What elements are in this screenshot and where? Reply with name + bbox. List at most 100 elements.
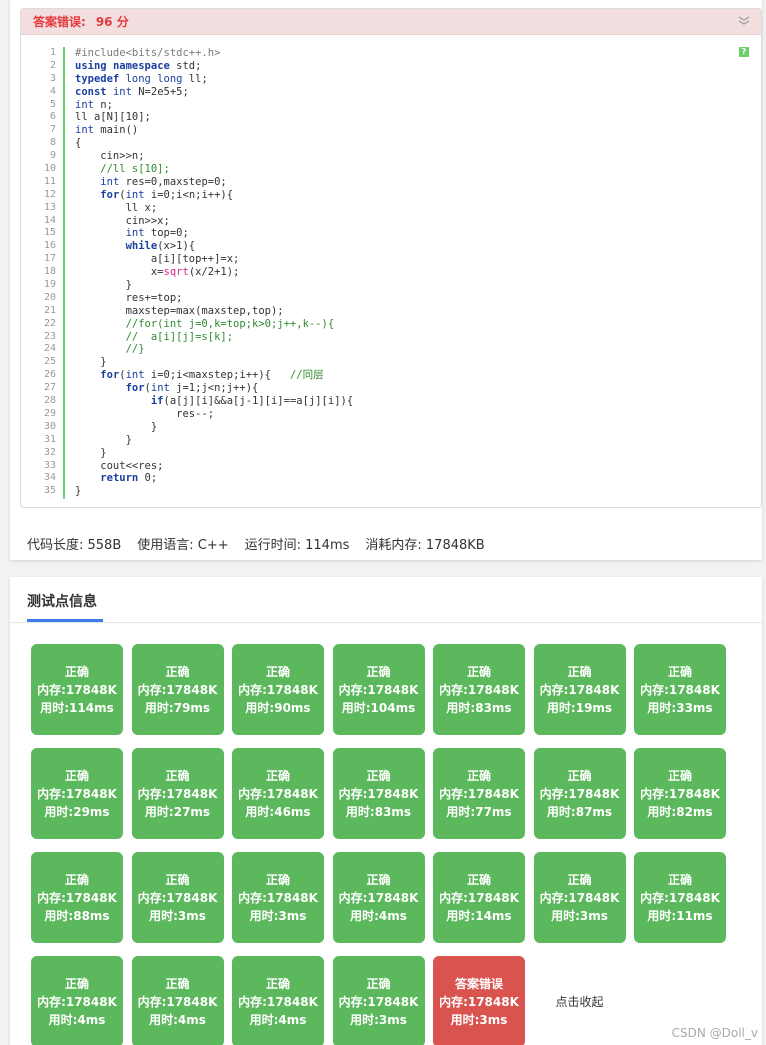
line-number: 24 xyxy=(43,343,56,355)
test-case-memory: 内存:17848K xyxy=(640,682,720,697)
code-line: typedef long long ll; xyxy=(75,73,353,86)
tab-test-info[interactable]: 测试点信息 xyxy=(27,591,97,611)
test-case-pass[interactable]: 正确 内存:17848K 用时:27ms xyxy=(131,748,224,839)
test-case-status: 正确 xyxy=(265,664,290,679)
test-case-status: 正确 xyxy=(667,872,692,887)
memory-usage: 消耗内存: 17848KB xyxy=(365,538,485,553)
test-case-memory: 内存:17848K xyxy=(137,786,218,801)
code-token: res+=top; xyxy=(75,291,183,304)
test-case-status: 正确 xyxy=(466,872,491,887)
test-case-pass[interactable]: 正确 内存:17848K 用时:4ms xyxy=(131,956,224,1045)
test-case-grid: 正确 内存:17848K 用时:114ms 正确 内存:17848K 用时:79ms 正确内… xyxy=(31,644,736,1045)
test-case-status: 正确 xyxy=(64,664,89,679)
test-case-pass[interactable]: 正确 内存:17848K 用时:77ms xyxy=(433,748,525,839)
test-case-pass[interactable]: 正确内存:17848K 用时:83ms xyxy=(433,644,525,735)
test-case-time: 用时:88ms xyxy=(44,908,110,923)
test-case-time: 用时:3ms xyxy=(249,908,307,923)
code-token: res--; xyxy=(75,407,215,420)
test-case-memory: 内存:17848K xyxy=(539,682,620,697)
line-number: 22 xyxy=(43,317,56,329)
help-icon[interactable]: ? xyxy=(739,47,749,57)
test-case-memory: 内存:17848K xyxy=(439,682,519,697)
collapse-link[interactable]: 点击收起 xyxy=(534,956,626,1045)
code-token: } xyxy=(75,356,107,369)
test-case-pass[interactable]: 正确 内存:17848K 用时:3ms xyxy=(332,956,425,1045)
code-line: using namespace std; xyxy=(75,60,353,73)
test-case-pass[interactable]: 正确 内存:17848K 用时:3ms xyxy=(533,852,626,943)
test-case-pass[interactable]: 正确 内存:17848K 用时:90ms xyxy=(232,644,324,735)
test-case-pass[interactable]: 正确 内存:17848K 用时:87ms xyxy=(533,748,626,839)
test-case-time: 用时:90ms xyxy=(245,700,311,715)
code-editor[interactable]: 1 2 3 4 5 6 7 8 9 10 11 12 13 14 15 16 17 18 19 20 21 22 23 24 2… xyxy=(29,43,751,499)
test-case-pass[interactable]: 正确 内存:17848K 用时:88ms xyxy=(31,852,123,943)
test-case-time: 用时:11ms xyxy=(647,908,713,923)
test-case-memory: 内存:17848K xyxy=(439,890,519,905)
test-case-pass[interactable]: 正确 内存:17848K 用时:29ms xyxy=(31,748,123,839)
chevron-double-down-icon[interactable] xyxy=(737,14,751,28)
tab-bar: 测试点信息 xyxy=(10,577,762,623)
code-token: using xyxy=(75,59,107,72)
submission-meta: 代码长度: 558B 使用语言: C++ 运行时间: 114ms 消耗内存: 1… xyxy=(27,534,485,553)
test-case-pass[interactable]: 正确 内存:17848K 用时:3ms xyxy=(232,852,324,943)
test-case-pass[interactable]: 正确 内存:17848K 用时:4ms xyxy=(332,852,425,943)
line-number: 12 xyxy=(43,188,56,200)
test-case-pass[interactable]: 正确 内存:17848K 用时:33ms xyxy=(634,644,726,735)
code-token: int xyxy=(150,382,170,395)
test-case-pass[interactable]: 正确 内存:17848K 用时:82ms xyxy=(634,748,726,839)
code-line: //for(int j=0,k=top;k>0;j++,k--){ xyxy=(75,318,353,331)
test-case-pass[interactable]: 正确 内存:17848K 用时:4ms xyxy=(232,956,324,1045)
code-line: { xyxy=(75,137,353,150)
code-line: maxstep=max(maxstep,top); xyxy=(75,305,353,318)
code-token: a[i][top++]=x; xyxy=(75,253,240,266)
test-case-pass[interactable]: 正确 内存:17848K 用时:14ms xyxy=(433,852,525,943)
test-case-memory: 内存:17848K xyxy=(137,890,218,905)
test-case-time: 用时:83ms xyxy=(446,700,512,715)
test-case-pass[interactable]: 正确 内存:17848K 用时:83ms xyxy=(332,748,425,839)
test-case-pass[interactable]: 正确 内存:17848K 用时:114ms xyxy=(31,644,123,735)
code-panel: 答案错误: 96 分 1 2 3 4 5 6 7 8 9 10 11 12 13 14 15 16 17 18 19… xyxy=(20,8,762,508)
test-case-pass[interactable]: 正确 内存:17848K 用时:3ms xyxy=(131,852,224,943)
test-case-status: 正确 xyxy=(466,664,491,679)
code-token: } xyxy=(75,279,132,292)
test-case-fail[interactable]: 答案错误 内存:17848K 用时:3ms xyxy=(433,956,525,1045)
test-case-pass[interactable]: 正确 内存:17848K 用时:79ms xyxy=(131,644,224,735)
code-line: //} xyxy=(75,343,353,356)
test-case-time: 用时:3ms xyxy=(149,908,206,923)
line-number: 13 xyxy=(43,201,56,213)
test-case-pass[interactable]: 正确内存:17848K 用时:11ms xyxy=(634,852,726,943)
code-token: ll a[N][10]; xyxy=(75,111,151,124)
test-case-time: 用时:33ms xyxy=(647,700,713,715)
code-line: for(int i=0;i<maxstep;i++){ //同层 xyxy=(75,369,353,382)
test-case-time: 用时:29ms xyxy=(44,804,110,819)
code-token: res=0,maxstep=0; xyxy=(119,175,227,188)
test-case-time: 用时:77ms xyxy=(446,804,512,819)
code-line: a[i][top++]=x; xyxy=(75,253,353,266)
code-line: } xyxy=(75,447,353,460)
code-token: #include<bits/stdc++.h> xyxy=(75,47,221,59)
code-token: (x>1){ xyxy=(157,240,196,253)
test-case-time: 用时:87ms xyxy=(546,804,613,819)
test-case-pass[interactable]: 正确 内存:17848K 用时:104ms xyxy=(332,644,425,735)
code-line: return 0; xyxy=(75,472,353,485)
code-token: } xyxy=(75,485,82,498)
test-case-memory: 内存:17848K xyxy=(37,994,117,1009)
line-number: 29 xyxy=(43,407,56,419)
test-case-pass[interactable]: 正确 内存:17848K 用时:46ms xyxy=(232,748,324,839)
code-line: } xyxy=(75,434,353,447)
test-case-pass[interactable]: 正确 内存:17848K 用时:4ms xyxy=(31,956,123,1045)
test-case-pass[interactable]: 正确 内存:17848K 用时:19ms xyxy=(533,644,626,735)
code-token: i=0;i<n;i++){ xyxy=(144,188,234,201)
line-number: 5 xyxy=(49,98,56,110)
line-number: 2 xyxy=(49,59,56,71)
test-case-time: 用时:27ms xyxy=(144,804,211,819)
test-case-time: 用时:104ms xyxy=(341,700,416,715)
code-token: (x/2+1); xyxy=(188,266,240,279)
code-line: for(int i=0;i<n;i++){ xyxy=(75,189,353,202)
test-case-memory: 内存:17848K xyxy=(640,890,720,905)
test-case-memory: 内存:17848K xyxy=(37,786,117,801)
result-header[interactable]: 答案错误: 96 分 xyxy=(21,9,761,35)
test-case-status: 正确 xyxy=(265,976,290,991)
code-token: for xyxy=(100,188,120,201)
